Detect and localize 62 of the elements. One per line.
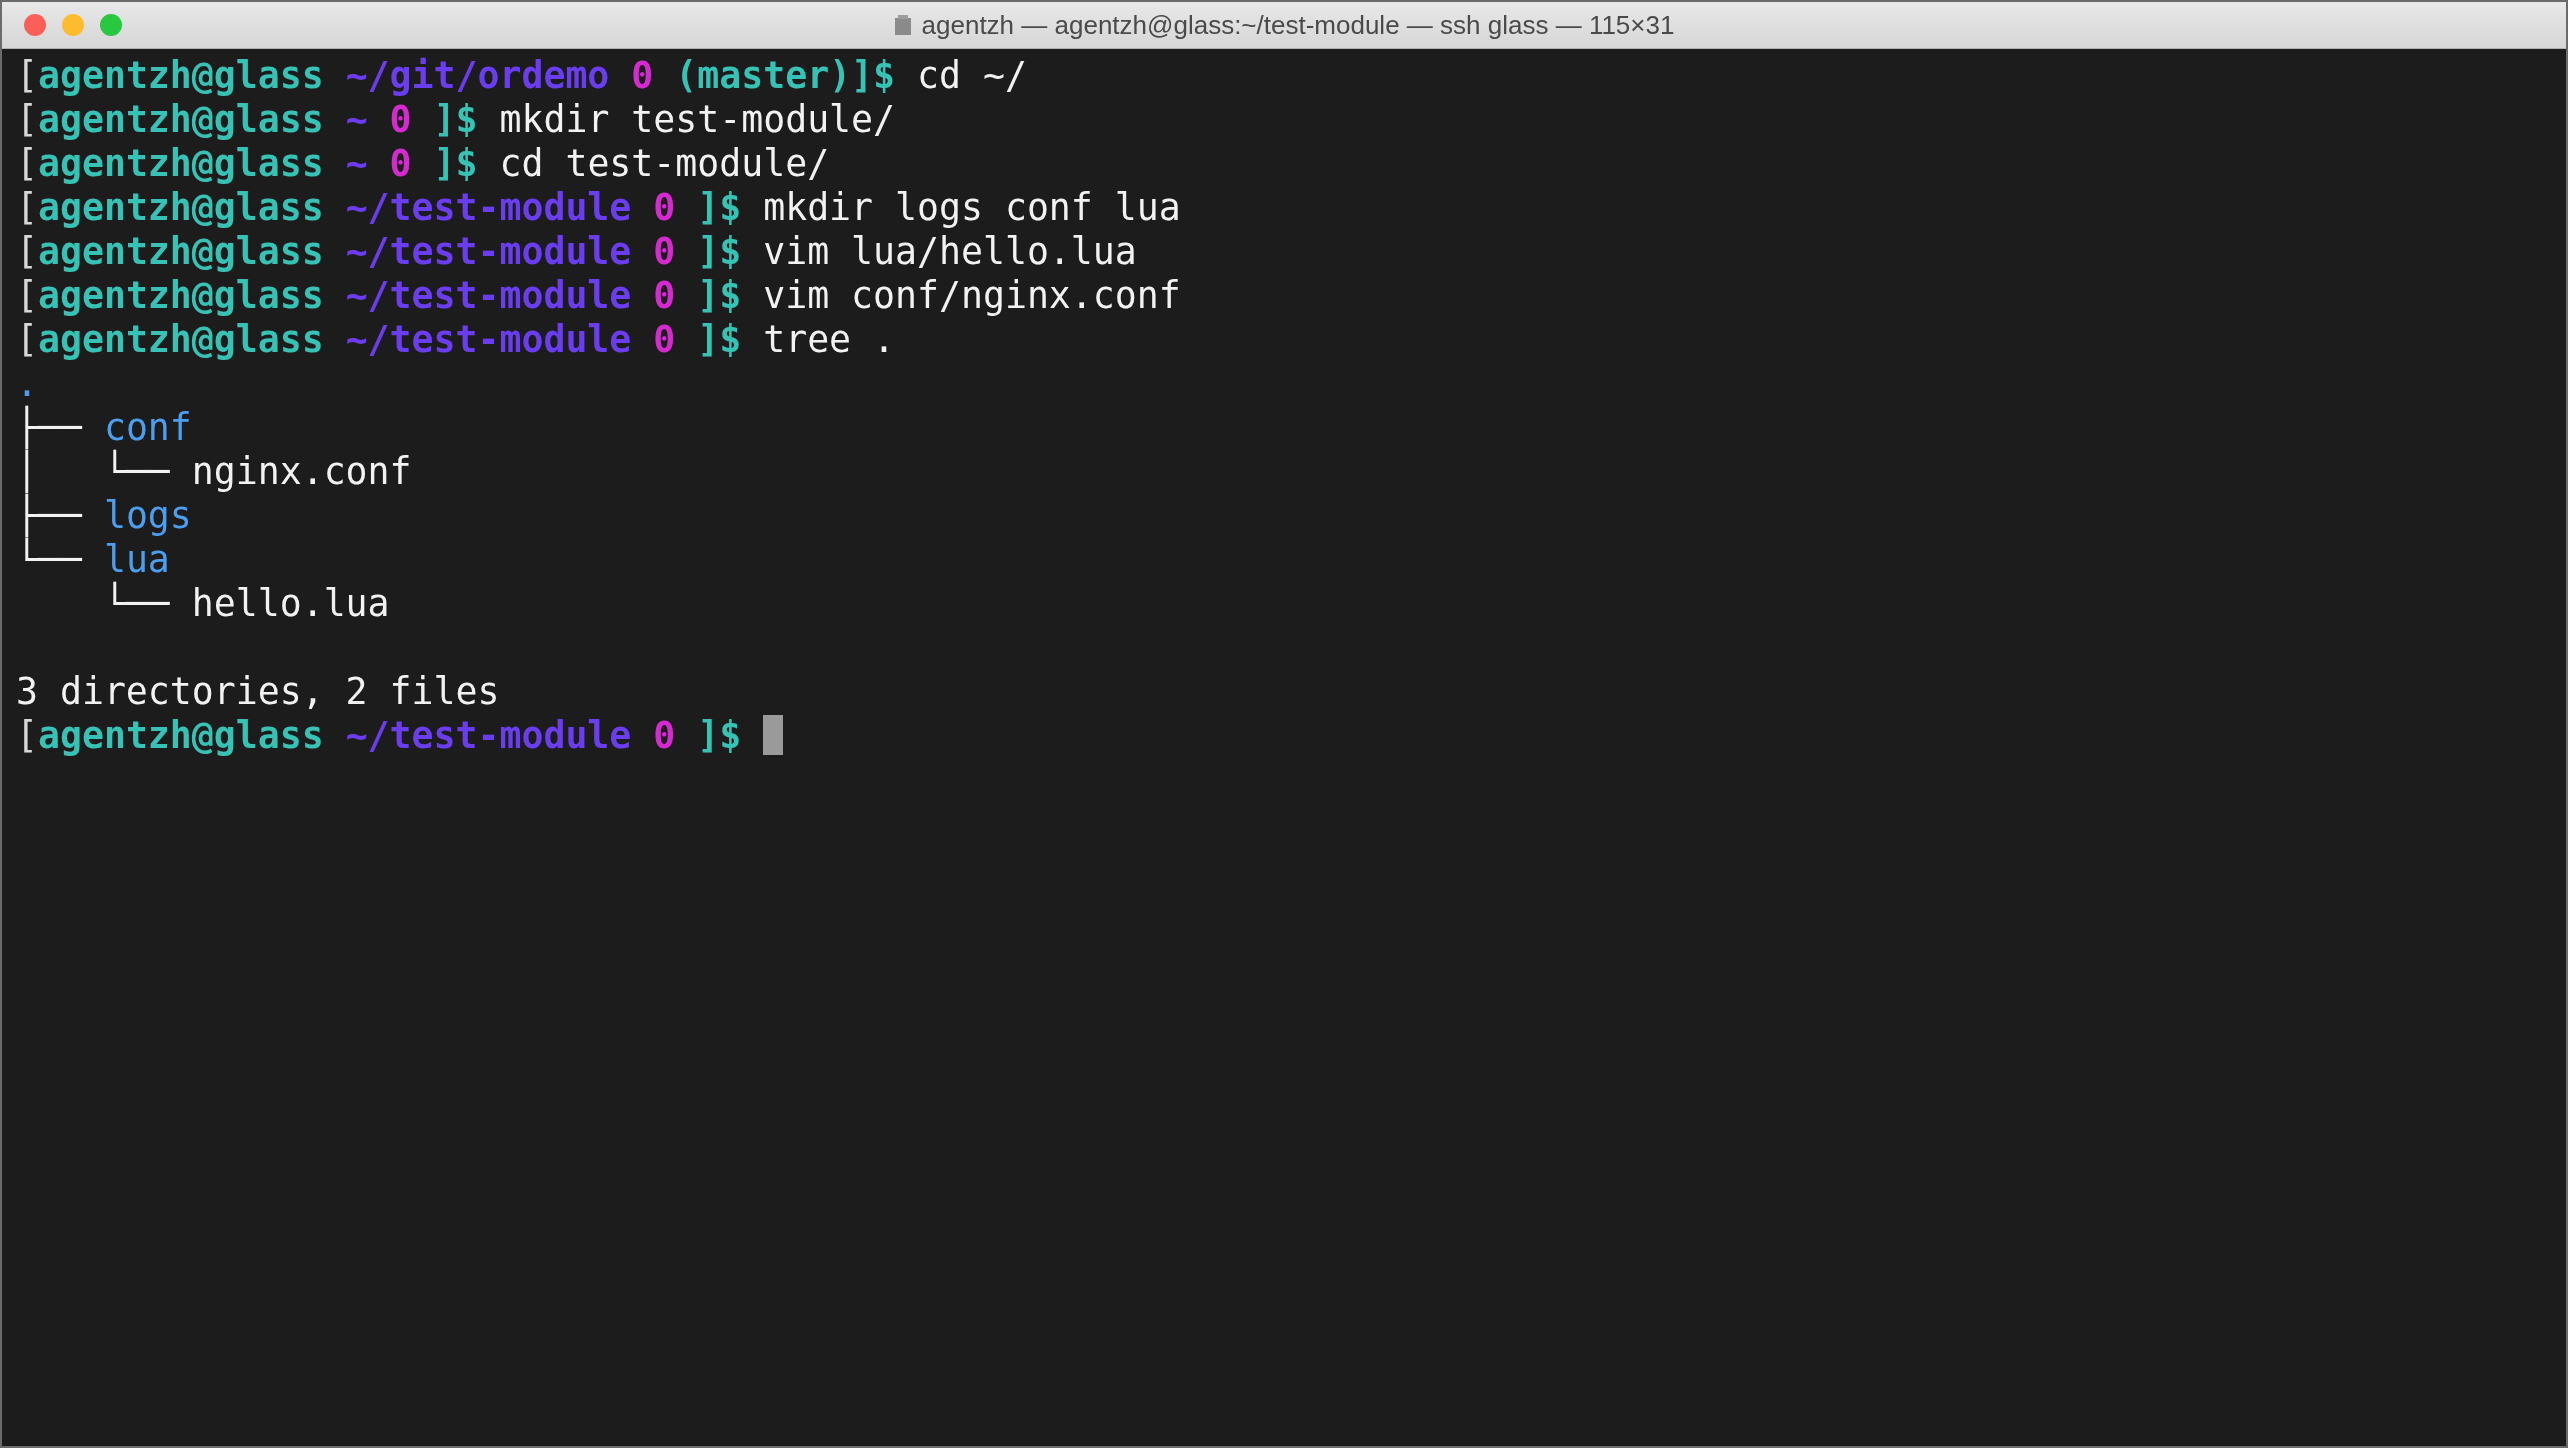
terminal-text: [ [16,713,38,757]
terminal-text: [ [16,97,38,141]
terminal-text: ~/test-module [344,273,632,317]
terminal-text: 0 [388,141,412,185]
terminal-text: ]$ [696,229,742,273]
terminal-text: agentzh@glass [38,185,324,229]
terminal-text: 0 [652,713,676,757]
terminal-text: lua [103,537,170,581]
terminal-text: (master) [674,53,852,97]
terminal-text: ~/test-module [344,185,632,229]
terminal-text: [ [16,273,38,317]
terminal-text: ~/test-module [344,713,632,757]
terminal-text: agentzh@glass [38,97,324,141]
terminal-text: agentzh@glass [38,229,324,273]
terminal-text: ├── [16,405,83,449]
terminal-text: └── hello.lua [102,581,390,625]
terminal-text: [ [16,141,38,185]
terminal-text: [ [16,185,38,229]
minimize-button[interactable] [62,14,84,36]
terminal-text: 0 [630,53,654,97]
terminal-text: ├── [16,493,83,537]
terminal-text: [ [16,317,38,361]
terminal-text: ]$ [696,273,742,317]
terminal-text: tree . [762,317,896,361]
terminal-text: 0 [652,273,676,317]
terminal-text: ~/test-module [344,317,632,361]
terminal-text: 0 [388,97,412,141]
terminal-text: ]$ [696,185,742,229]
terminal-text: ~ [344,97,368,141]
terminal-text: conf [103,405,192,449]
terminal-text: ~ [344,141,368,185]
terminal-text: logs [103,493,192,537]
terminal-text: [ [16,53,38,97]
terminal-text: mkdir test-module/ [498,97,896,141]
terminal-text: cd test-module/ [498,141,830,185]
terminal-text: ]$ [696,317,742,361]
terminal-text: agentzh@glass [38,713,324,757]
close-button[interactable] [24,14,46,36]
terminal-text: vim conf/nginx.conf [762,273,1181,317]
terminal-text: mkdir logs conf lua [762,185,1181,229]
terminal-text: 0 [652,229,676,273]
terminal-text: agentzh@glass [38,141,324,185]
terminal-text: ]$ [432,141,478,185]
terminal-text: [ [16,229,38,273]
terminal-text: ~/test-module [344,229,632,273]
terminal-text: 0 [652,317,676,361]
zoom-button[interactable] [100,14,122,36]
window-title: agentzh — agentzh@glass:~/test-module — ssh glass — 115×31 [921,9,1675,41]
terminal-text: 3 directories, 2 files [16,669,500,713]
terminal-text: agentzh@glass [38,317,324,361]
terminal-text: vim lua/hello.lua [762,229,1137,273]
terminal-text: agentzh@glass [38,53,324,97]
terminal-text: cd ~/ [916,53,1027,97]
terminal-text: agentzh@glass [38,273,324,317]
terminal-text: ]$ [432,97,478,141]
terminal-text: └── [16,537,83,581]
terminal-text: ]$ [696,713,742,757]
terminal-text: . [16,361,38,405]
terminal-text: 0 [652,185,676,229]
terminal-text: │ └── nginx.conf [16,449,412,493]
terminal-text: ~/git/ordemo [344,53,610,97]
terminal-text: ]$ [851,53,896,97]
